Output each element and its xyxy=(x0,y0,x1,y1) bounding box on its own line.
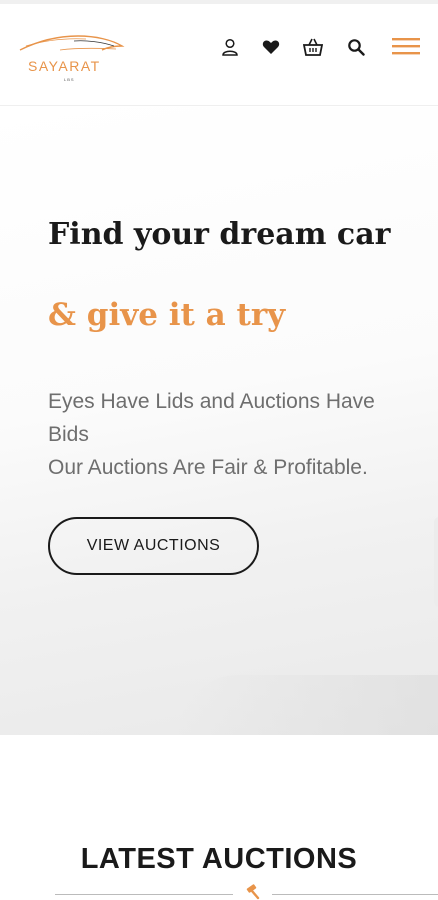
user-icon[interactable] xyxy=(220,37,240,57)
menu-icon[interactable] xyxy=(392,36,420,56)
hero-title: Find your dream car xyxy=(48,217,391,252)
brand-name: SAYARAT xyxy=(28,58,101,74)
gavel-icon xyxy=(246,884,260,900)
section-divider xyxy=(55,894,233,895)
car-logo-icon xyxy=(19,35,125,51)
site-header: SAYARAT LBS xyxy=(0,4,438,106)
hero-text-line: Eyes Have Lids and Auctions Have xyxy=(48,390,375,413)
brand-logo[interactable]: SAYARAT LBS xyxy=(16,28,128,84)
hero-background-shape xyxy=(178,675,438,735)
search-icon[interactable] xyxy=(346,37,366,57)
latest-auctions-title: LATEST AUCTIONS xyxy=(80,843,358,875)
hero-text-line: Our Auctions Are Fair & Profitable. xyxy=(48,456,368,479)
basket-icon[interactable] xyxy=(303,37,323,57)
hero-slide-edge xyxy=(434,517,438,607)
hero-description: Eyes Have Lids and Auctions Have Bids Ou… xyxy=(48,385,433,484)
section-divider xyxy=(272,894,438,895)
heart-icon[interactable] xyxy=(261,37,281,57)
brand-tagline: LBS xyxy=(64,77,75,82)
hero-section: Find your dream car & give it a try Eyes… xyxy=(0,107,438,735)
view-auctions-button[interactable]: VIEW AUCTIONS xyxy=(48,517,259,575)
hero-subtitle: & give it a try xyxy=(48,297,286,333)
hero-text-line: Bids xyxy=(48,423,89,446)
